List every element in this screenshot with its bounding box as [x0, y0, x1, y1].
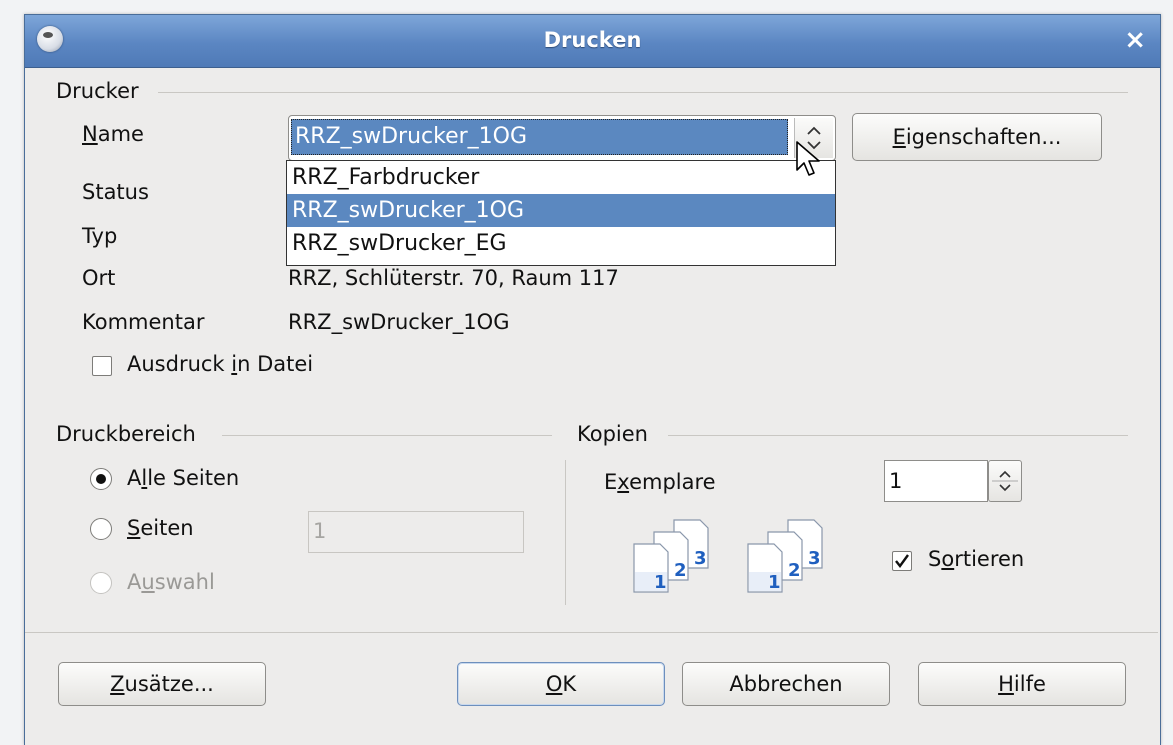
- all-pages-label[interactable]: Alle Seiten: [127, 466, 239, 490]
- print-to-file-checkbox[interactable]: [92, 356, 112, 376]
- copies-count-label: Exemplare: [604, 470, 716, 494]
- copies-spinner[interactable]: [988, 460, 1022, 502]
- options-button[interactable]: Zusätze...: [58, 662, 266, 706]
- status-label: Status: [82, 180, 149, 204]
- page-number-3: 3: [694, 548, 707, 569]
- range-section-title: Druckbereich: [56, 422, 206, 446]
- printer-section-divider: [158, 92, 1128, 93]
- updown-chevron-icon: [992, 470, 1018, 492]
- location-value: RRZ, Schlüterstr. 70, Raum 117: [288, 266, 619, 290]
- page-number-3: 3: [808, 548, 821, 569]
- all-pages-radio[interactable]: [90, 468, 112, 490]
- dialog-title: Drucken: [543, 28, 642, 52]
- pages-radio[interactable]: [90, 518, 112, 540]
- printer-name-select[interactable]: RRZ_swDrucker_1OG: [288, 115, 836, 161]
- copies-section-divider: [668, 435, 1128, 436]
- close-icon[interactable]: ×: [1124, 25, 1146, 55]
- help-button[interactable]: Hilfe: [918, 662, 1126, 706]
- printer-option[interactable]: RRZ_Farbdrucker: [287, 161, 835, 194]
- page-number-2: 2: [788, 560, 801, 581]
- printer-name-value: RRZ_swDrucker_1OG: [291, 119, 788, 155]
- properties-button[interactable]: Eigenschaften...: [852, 113, 1102, 161]
- pages-label[interactable]: Seiten: [127, 516, 194, 540]
- sort-label[interactable]: Sortieren: [928, 547, 1024, 571]
- page-number-2: 2: [674, 560, 687, 581]
- page-number-1: 1: [768, 572, 781, 593]
- title-bar: Drucken ×: [25, 15, 1160, 68]
- cancel-button[interactable]: Abbrechen: [682, 662, 890, 706]
- page-number-1: 1: [654, 572, 667, 593]
- button-bar-separator: [25, 632, 1158, 633]
- copies-section-title: Kopien: [577, 422, 658, 446]
- pages-input[interactable]: 1: [308, 511, 524, 553]
- selection-label[interactable]: Auswahl: [127, 570, 215, 594]
- ok-button[interactable]: OK: [457, 662, 665, 706]
- section-separator: [565, 460, 566, 605]
- comment-label: Kommentar: [82, 310, 205, 334]
- location-label: Ort: [82, 266, 116, 290]
- name-label: Name: [82, 122, 144, 146]
- type-label: Typ: [82, 224, 118, 248]
- collated-pages-icon: 3 2 1: [633, 519, 709, 593]
- copies-count-input[interactable]: 1: [884, 460, 988, 502]
- printer-option[interactable]: RRZ_swDrucker_EG: [287, 227, 835, 260]
- sort-checkbox[interactable]: [892, 551, 912, 571]
- range-section-divider: [222, 435, 552, 436]
- mouse-cursor-icon: [796, 141, 820, 176]
- checkmark-icon: [895, 554, 909, 568]
- selection-radio[interactable]: [90, 572, 112, 594]
- collated-pages-icon: 3 2 1: [747, 519, 823, 593]
- printer-section-title: Drucker: [56, 79, 149, 103]
- printer-dropdown-list[interactable]: RRZ_Farbdrucker RRZ_swDrucker_1OG RRZ_sw…: [286, 160, 836, 266]
- printer-option-selected[interactable]: RRZ_swDrucker_1OG: [287, 194, 835, 227]
- comment-value: RRZ_swDrucker_1OG: [288, 310, 510, 334]
- print-to-file-label[interactable]: Ausdruck in Datei: [127, 352, 313, 376]
